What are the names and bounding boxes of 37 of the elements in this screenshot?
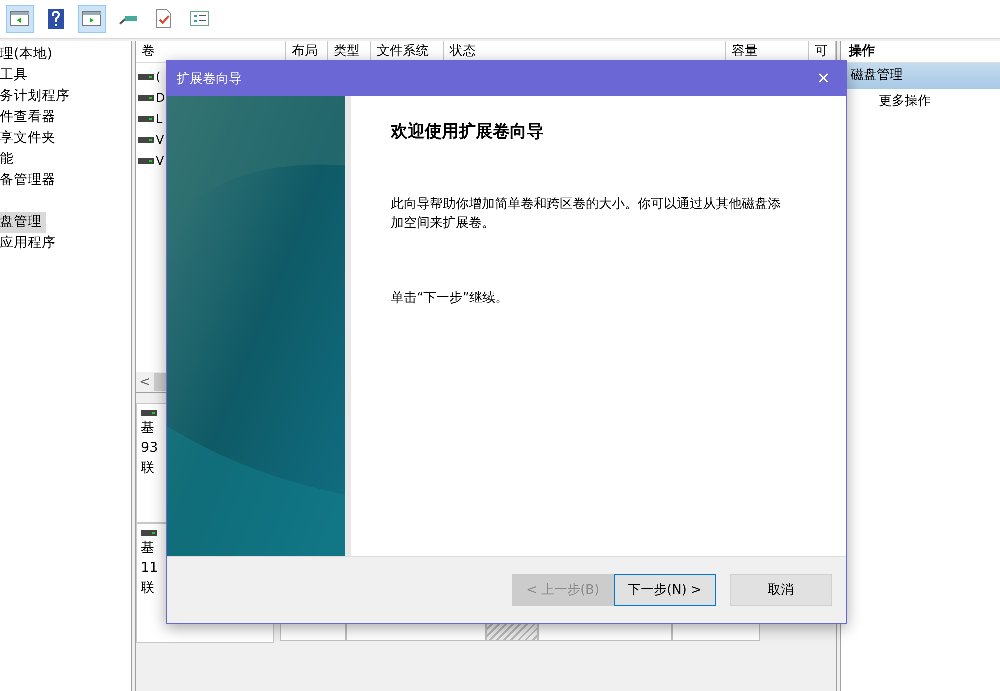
close-button[interactable]: ✕	[811, 68, 836, 90]
tree-item[interactable]: 工具	[0, 65, 32, 86]
disk-text: 11	[141, 560, 160, 576]
tree-item[interactable]: 理(本地)	[0, 44, 57, 65]
volume-name: L	[156, 112, 163, 126]
scroll-left-button[interactable]: <	[136, 374, 154, 390]
volume-name: V	[156, 132, 164, 146]
cancel-button[interactable]: 取消	[730, 574, 832, 606]
volume-name: V	[156, 154, 164, 168]
tree-item[interactable]: 备管理器	[0, 170, 60, 191]
tree-item[interactable]: 务计划程序	[0, 86, 74, 107]
tree-item[interactable]: 件查看器	[0, 107, 60, 128]
drive-icon	[138, 94, 154, 100]
disk-text: 基	[141, 419, 156, 437]
disk-text: 联	[141, 579, 156, 597]
volume-name: D	[156, 90, 166, 104]
tree-item[interactable]: 能	[0, 149, 18, 170]
drive-icon	[138, 74, 154, 80]
drive-icon	[138, 136, 154, 142]
drive-icon	[138, 158, 154, 164]
drive-icon	[141, 410, 157, 416]
back-pane-icon[interactable]	[6, 5, 34, 33]
volume-name: (	[156, 70, 161, 84]
disk-text: 基	[141, 539, 156, 557]
tree-item[interactable]: 享文件夹	[0, 128, 60, 149]
disk-text: 93	[141, 440, 160, 456]
show-pane-icon[interactable]	[78, 5, 106, 33]
disk-text: 联	[141, 459, 156, 477]
drive-icon	[138, 116, 154, 122]
tree-item[interactable]: 应用程序	[0, 233, 60, 254]
wizard-text: 单击“下一步”继续。	[391, 290, 510, 308]
wizard-heading: 欢迎使用扩展卷向导	[391, 121, 545, 143]
tree-item[interactable]: 盘管理	[0, 212, 46, 233]
dialog-title: 扩展卷向导	[177, 70, 242, 88]
next-button[interactable]: 下一步(N) >	[614, 574, 716, 606]
wizard-text: 此向导帮助你增加简单卷和跨区卷的大小。你可以通过从其他磁盘添加空间来扩展卷。	[391, 196, 782, 233]
drive-icon	[141, 530, 157, 536]
